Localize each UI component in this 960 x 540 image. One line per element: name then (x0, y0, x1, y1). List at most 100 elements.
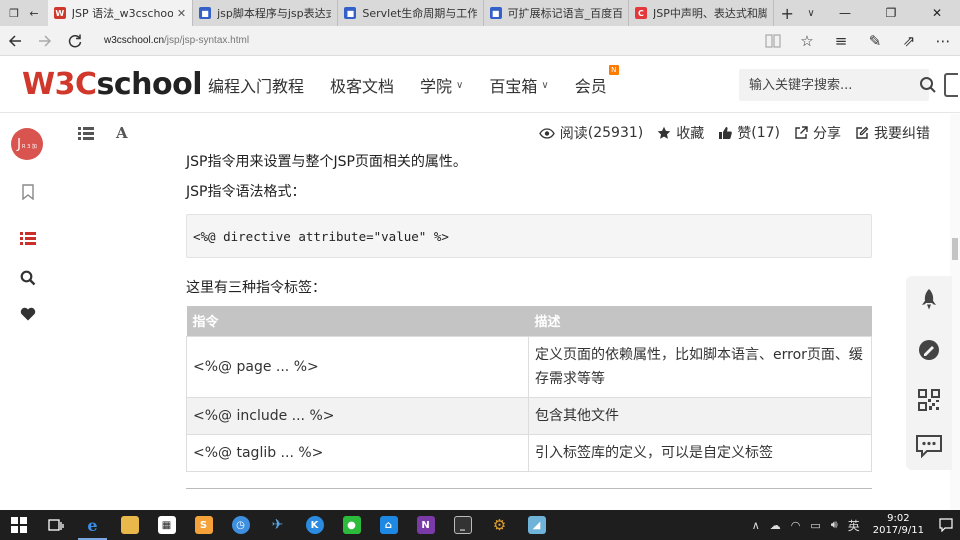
search-icon[interactable] (18, 268, 38, 288)
favorite-star-icon[interactable]: ☆ (790, 26, 824, 56)
outline-list-icon[interactable] (78, 126, 94, 140)
close-tab-icon[interactable]: ✕ (177, 7, 186, 20)
share-label: 分享 (813, 126, 841, 142)
baidu-favicon-icon: ■ (344, 7, 357, 19)
edge-taskbar-icon[interactable]: e (74, 510, 111, 540)
app-folder-icon[interactable]: ◢ (518, 510, 555, 540)
report-error-button[interactable]: 我要纠错 (855, 123, 930, 143)
url-host: w3cschool.cn (104, 35, 165, 46)
minimize-window-icon[interactable]: — (822, 0, 868, 26)
browser-tab[interactable]: ■ Servlet生命周期与工作原理 (338, 0, 484, 26)
wifi-icon[interactable]: ◠ (791, 519, 801, 532)
feedback-brush-icon[interactable] (917, 338, 941, 362)
browser-tab[interactable]: W JSP 语法_w3cschool ✕ (47, 0, 194, 26)
list-icon[interactable] (18, 228, 38, 248)
like-button[interactable]: 赞 (17) (718, 123, 780, 143)
chevron-down-icon: ∨ (541, 79, 549, 91)
nav-item-tutorials[interactable]: 编程入门教程 (208, 73, 304, 97)
url-field[interactable]: w3cschool.cn/jsp/jsp-syntax.html (104, 30, 756, 52)
table-cell: 引入标签库的定义，可以是自定义标签 (528, 433, 872, 472)
web-note-icon[interactable]: ✎ (858, 26, 892, 56)
font-size-icon[interactable]: A (116, 124, 128, 142)
refresh-icon (68, 34, 82, 47)
intro-paragraph: JSP指令用来设置与整个JSP页面相关的属性。 (186, 154, 467, 170)
collect-button[interactable]: 收藏 (657, 123, 704, 143)
like-count-value: (17) (751, 125, 780, 141)
code-block: <%@ directive attribute="value" %> (186, 214, 872, 258)
ime-indicator[interactable]: 英 (848, 517, 860, 534)
tray-cloud-icon[interactable]: ☁ (770, 519, 781, 532)
window-controls: — ❐ ✕ (822, 0, 960, 26)
nav-item-label: 百宝箱 (489, 77, 538, 96)
search-input[interactable] (739, 69, 919, 101)
thumbs-up-icon (719, 127, 733, 139)
side-panel-toggle-icon[interactable] (944, 73, 958, 97)
content-divider (186, 488, 872, 489)
read-count-value: (25931) (587, 125, 644, 141)
browser-tab[interactable]: ■ jsp脚本程序与jsp表达式_2 (193, 0, 339, 26)
forward-button[interactable] (30, 26, 60, 56)
app-bird-icon[interactable]: ✈ (259, 510, 296, 540)
close-window-icon[interactable]: ✕ (914, 0, 960, 26)
collect-label: 收藏 (676, 126, 705, 142)
avatar-sublabel: R 3 加 (22, 143, 37, 150)
qr-code-icon[interactable] (917, 388, 941, 412)
browser-tab[interactable]: ■ 可扩展标记语言_百度百科 (484, 0, 629, 26)
right-float-toolbar (906, 276, 952, 470)
tab-preview-icon[interactable]: ❐ (9, 7, 19, 20)
logo-prefix: W3C (22, 67, 97, 102)
wechat-icon[interactable]: ● (333, 510, 370, 540)
tab-list-chevron-icon[interactable]: ∨ (800, 0, 822, 26)
table-header: 描述 (528, 306, 872, 336)
back-tab-icon[interactable]: ← (29, 7, 38, 20)
table-row: <%@ include ... %> 包含其他文件 (186, 396, 872, 435)
back-button[interactable] (0, 26, 30, 56)
table-cell: <%@ taglib ... %> (186, 433, 529, 472)
more-menu-icon[interactable]: ⋯ (926, 26, 960, 56)
taskbar-clock[interactable]: 9:02 2017/9/11 (873, 513, 924, 537)
site-logo[interactable]: W3Cschool (22, 67, 202, 102)
avatar[interactable]: JR 3 加 (11, 128, 43, 160)
browser-tab[interactable]: C JSP中声明、表达式和脚本 (629, 0, 775, 26)
action-center-icon[interactable] (932, 510, 960, 540)
system-tray: ∧ ☁ ◠ ▭ 🔊︎ 英 9:02 2017/9/11 (747, 510, 960, 540)
volume-icon[interactable]: 🔊︎ (831, 518, 838, 532)
onenote-icon[interactable]: N (407, 510, 444, 540)
browser-address-bar: w3cschool.cn/jsp/jsp-syntax.html ☆ ≡ ✎ ⇗… (0, 26, 960, 56)
new-badge: N (608, 65, 619, 75)
chat-icon[interactable] (914, 434, 944, 458)
refresh-button[interactable] (60, 26, 90, 56)
bookmark-icon[interactable] (18, 182, 38, 202)
nav-item-docs[interactable]: 极客文档 (330, 73, 394, 97)
app-orange-icon[interactable]: S (185, 510, 222, 540)
share-page-icon[interactable]: ⇗ (892, 26, 926, 56)
nav-item-member[interactable]: 会员 N (575, 65, 619, 97)
task-view-icon[interactable] (37, 510, 74, 540)
app-clock-icon[interactable]: ◷ (222, 510, 259, 540)
reading-view-icon[interactable] (756, 26, 790, 56)
restore-window-icon[interactable]: ❐ (868, 0, 914, 26)
app-gear-icon[interactable]: ⚙ (481, 510, 518, 540)
hub-icon[interactable]: ≡ (824, 26, 858, 56)
search-icon[interactable] (919, 76, 937, 94)
start-button[interactable] (0, 510, 37, 540)
store-icon[interactable]: ▦ (148, 510, 185, 540)
table-cell: <%@ page ... %> (186, 335, 529, 398)
terminal-icon[interactable]: _ (444, 510, 481, 540)
scrollbar-thumb[interactable] (952, 238, 958, 260)
rocket-icon[interactable] (917, 288, 941, 312)
heart-icon[interactable] (18, 304, 38, 324)
app-k-icon[interactable]: K (296, 510, 333, 540)
new-tab-button[interactable]: + (774, 0, 800, 26)
site-header: W3Cschool 编程入门教程 极客文档 学院 ∨ 百宝箱 ∨ 会员 N (0, 57, 960, 113)
file-explorer-icon[interactable] (111, 510, 148, 540)
nav-item-academy[interactable]: 学院 ∨ (420, 73, 463, 97)
app-blue-icon[interactable]: ⌂ (370, 510, 407, 540)
nav-item-toolbox[interactable]: 百宝箱 ∨ (489, 73, 548, 97)
battery-icon[interactable]: ▭ (810, 519, 820, 532)
share-icon (795, 126, 808, 139)
chevron-down-icon: ∨ (456, 79, 464, 91)
table-cell: 包含其他文件 (528, 396, 872, 435)
share-button[interactable]: 分享 (794, 123, 841, 143)
tray-chevron-up-icon[interactable]: ∧ (752, 519, 760, 532)
